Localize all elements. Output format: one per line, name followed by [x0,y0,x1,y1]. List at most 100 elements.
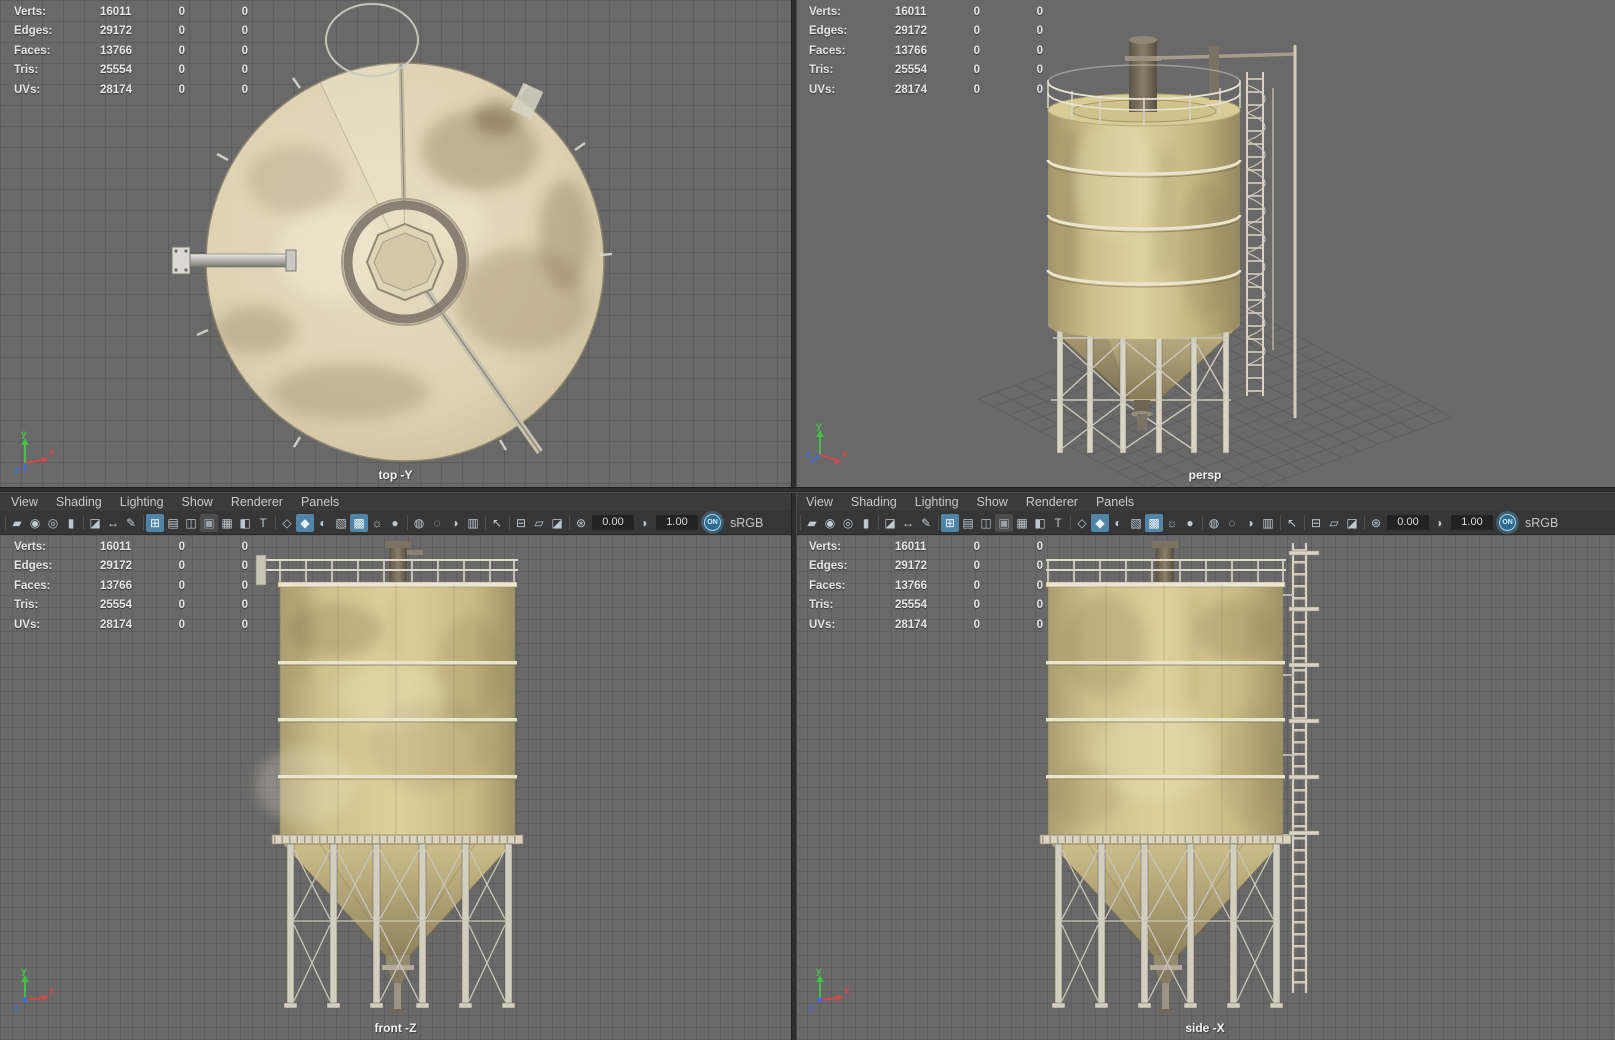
lock-camera-icon[interactable]: ◉ [26,514,44,532]
resolution-gate-icon[interactable]: ◫ [182,514,200,532]
exposure-icon[interactable]: ⊛ [1367,514,1385,532]
hud-stat-col2: 0 [973,560,980,573]
render-region-icon[interactable]: ▥ [1259,514,1277,532]
exposure-field[interactable]: 0.00 [1387,515,1429,530]
xray-icon[interactable]: ⊟ [512,514,530,532]
film-gate-icon[interactable]: ▤ [164,514,182,532]
gate-mask-icon[interactable]: ▣ [995,513,1013,532]
axis-x-label: x [844,986,850,997]
lights-icon[interactable]: ☼ [1163,514,1181,532]
plane-split-icon[interactable]: ◪ [1343,514,1361,532]
field-chart-icon[interactable]: ▦ [1013,514,1031,532]
depth-of-field-icon[interactable]: ◑ [1241,514,1259,532]
image-plane-icon[interactable]: ◪ [86,514,104,532]
colorspace-on-toggle[interactable]: ON [1499,514,1516,531]
viewport-persp-canvas[interactable]: Verts: 16011 0 0 Edges: 29172 0 0 Faces: 13766 0 0 T… [795,0,1615,487]
hud-stat-count: 13766 [100,579,132,592]
occlusion-icon[interactable]: ◍ [1205,514,1223,532]
menu-renderer[interactable]: Renderer [1017,495,1087,509]
smooth-shade-icon[interactable]: ◆ [296,513,314,532]
colorspace-label[interactable]: sRGB [1520,516,1563,530]
xray-active-icon[interactable]: ▱ [1325,514,1343,532]
menu-show[interactable]: Show [173,495,222,509]
motion-blur-icon[interactable]: ◌ [428,514,446,532]
menu-view[interactable]: View [797,495,842,509]
hud-stat-count: 13766 [100,44,132,57]
material-override-icon[interactable]: ▩ [1145,513,1163,532]
menu-renderer[interactable]: Renderer [222,495,292,509]
material-override-icon[interactable]: ▩ [350,513,368,532]
grease-pencil-icon[interactable]: ✎ [122,514,140,532]
2d-pan-zoom-icon[interactable]: ↔ [899,514,917,532]
panel-menubar: View Shading Lighting Show Renderer Panels [795,491,1615,511]
shadows-icon[interactable]: ● [1181,514,1199,532]
safe-title-icon[interactable]: T [1049,514,1067,532]
contrast-icon[interactable]: ◗ [636,514,654,532]
exposure-field[interactable]: 0.00 [592,515,634,530]
isolate-select-icon[interactable]: ↖ [1283,514,1301,532]
wireframe-icon[interactable]: ◇ [278,514,296,532]
gate-mask-icon[interactable]: ▣ [200,513,218,532]
xray-icon[interactable]: ⊟ [1307,514,1325,532]
viewport-divider-horizontal[interactable] [0,487,1615,493]
render-region-icon[interactable]: ▥ [464,514,482,532]
plane-split-icon[interactable]: ◪ [548,514,566,532]
viewport-top[interactable]: Verts: 16011 0 0 Edges: 29172 0 0 Faces: 13766 0 0 T… [0,0,791,487]
default-material-icon[interactable]: ◐ [314,514,332,532]
menu-lighting[interactable]: Lighting [906,495,968,509]
viewport-front-canvas[interactable]: Verts: 16011 0 0 Edges: 29172 0 0 Faces: 13766 0 0 T… [0,535,791,1040]
default-material-icon[interactable]: ◐ [1109,514,1127,532]
menu-panels[interactable]: Panels [292,495,348,509]
grease-pencil-icon[interactable]: ✎ [917,514,935,532]
bookmark-icon[interactable]: ▮ [62,514,80,532]
viewport-top-canvas[interactable]: Verts: 16011 0 0 Edges: 29172 0 0 Faces: 13766 0 0 T… [0,0,791,487]
menu-lighting[interactable]: Lighting [111,495,173,509]
grid-icon[interactable]: ⊞ [146,513,164,532]
colorspace-on-toggle[interactable]: ON [704,514,721,531]
viewport-divider-vertical[interactable] [791,0,797,1040]
menu-shading[interactable]: Shading [842,495,906,509]
textured-icon[interactable]: ▧ [332,514,350,532]
film-gate-icon[interactable]: ▤ [959,514,977,532]
shadows-icon[interactable]: ● [386,514,404,532]
exposure-icon[interactable]: ⊛ [572,514,590,532]
occlusion-icon[interactable]: ◍ [410,514,428,532]
2d-pan-zoom-icon[interactable]: ↔ [104,514,122,532]
safe-action-icon[interactable]: ◧ [1031,514,1049,532]
axis-z-label: z [14,1003,19,1012]
select-camera-icon[interactable]: ▰ [803,514,821,532]
wireframe-icon[interactable]: ◇ [1073,514,1091,532]
motion-blur-icon[interactable]: ◌ [1223,514,1241,532]
camera-attributes-icon[interactable]: ◎ [839,514,857,532]
smooth-shade-icon[interactable]: ◆ [1091,513,1109,532]
lights-icon[interactable]: ☼ [368,514,386,532]
menu-shading[interactable]: Shading [47,495,111,509]
hud-stat-label: Verts: [14,540,46,553]
grid-icon[interactable]: ⊞ [941,513,959,532]
bookmark-icon[interactable]: ▮ [857,514,875,532]
menu-panels[interactable]: Panels [1087,495,1143,509]
resolution-gate-icon[interactable]: ◫ [977,514,995,532]
contrast-icon[interactable]: ◗ [1431,514,1449,532]
isolate-select-icon[interactable]: ↖ [488,514,506,532]
hud-stat-col2: 0 [973,618,980,631]
safe-action-icon[interactable]: ◧ [236,514,254,532]
xray-active-icon[interactable]: ▱ [530,514,548,532]
menu-show[interactable]: Show [968,495,1017,509]
image-plane-icon[interactable]: ◪ [881,514,899,532]
viewport-persp[interactable]: Verts: 16011 0 0 Edges: 29172 0 0 Faces: 13766 0 0 T… [795,0,1615,487]
camera-attributes-icon[interactable]: ◎ [44,514,62,532]
safe-title-icon[interactable]: T [254,514,272,532]
menu-view[interactable]: View [2,495,47,509]
select-camera-icon[interactable]: ▰ [8,514,26,532]
colorspace-label[interactable]: sRGB [725,516,768,530]
gamma-field[interactable]: 1.00 [1451,515,1493,530]
textured-icon[interactable]: ▧ [1127,514,1145,532]
panel-toolbar: ▰ ◉ ◎ ▮ ◪ ↔ ✎ ⊞ ▤ ◫ ▣ ▦ ◧ T ◇ ◆ ◐ ▧ ▩ ☼ ● ◍ ◌ ◑ ▥ ↖ ⊟ ▱ ◪ ⊛ 0.00 ◗ 1.00 O… [0,511,791,535]
lock-camera-icon[interactable]: ◉ [821,514,839,532]
field-chart-icon[interactable]: ▦ [218,514,236,532]
viewport-side-canvas[interactable]: Verts: 16011 0 0 Edges: 29172 0 0 Faces: 13766 0 0 T… [795,535,1615,1040]
hud-stat-col2: 0 [178,618,185,631]
gamma-field[interactable]: 1.00 [656,515,698,530]
depth-of-field-icon[interactable]: ◑ [446,514,464,532]
